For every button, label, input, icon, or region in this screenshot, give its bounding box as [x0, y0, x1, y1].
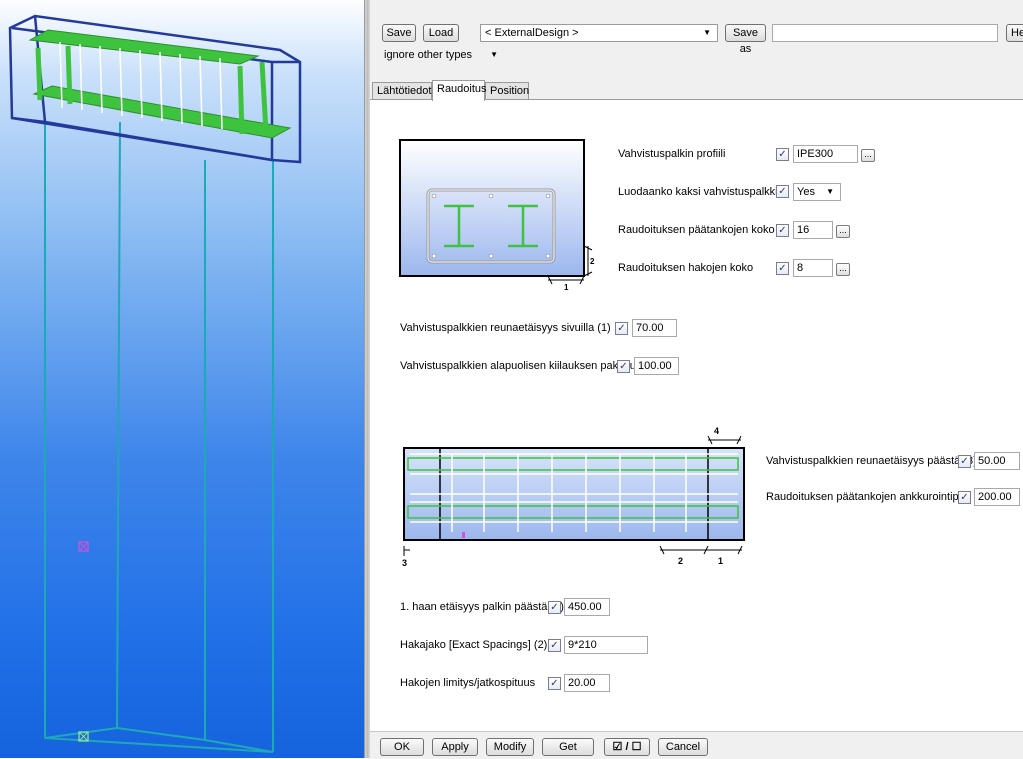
model-viewport[interactable] — [0, 0, 364, 758]
end-bar-size-browse-button[interactable]: ... — [836, 225, 850, 238]
end-bar-size-input[interactable]: 16 — [793, 221, 833, 239]
profile-browse-button[interactable]: ... — [861, 149, 875, 162]
load-button[interactable]: Load — [423, 24, 459, 42]
profile-checkbox[interactable]: ✓ — [776, 148, 789, 161]
stirrup-size-label: Raudoituksen hakojen koko — [618, 262, 754, 274]
cross-section-diagram: 2 1 — [399, 139, 595, 292]
ok-button[interactable]: OK — [380, 738, 424, 756]
first-stirrup-checkbox[interactable]: ✓ — [548, 601, 561, 614]
side-cover-checkbox[interactable]: ✓ — [615, 322, 628, 335]
first-stirrup-label: 1. haan etäisyys palkin päästä (1) — [400, 601, 564, 613]
side-cover-input[interactable]: 70.00 — [632, 319, 677, 337]
chevron-down-icon: ▼ — [703, 28, 711, 37]
longitudinal-diagram: 4 3 2 1 — [402, 426, 745, 568]
toggle-all-checkboxes-button[interactable]: ☑ / ☐ — [604, 738, 650, 756]
stirrup-spacing-input[interactable]: 9*210 — [564, 636, 648, 654]
shim-thickness-input[interactable]: 100.00 — [634, 357, 679, 375]
two-beams-select-value: Yes — [797, 186, 815, 198]
anchor-length-label: Raudoituksen päätankojen ankkurointipitu… — [766, 491, 958, 503]
dialog-button-bar: OK Apply Modify Get ☑ / ☐ Cancel — [370, 731, 1023, 759]
node-marker-magenta — [78, 541, 89, 552]
filter-select[interactable]: ignore other types ▼ — [382, 46, 502, 64]
apply-button[interactable]: Apply — [432, 738, 478, 756]
raudoitus-panel: 2 1 Vahvistuspalkin profiili ✓ IPE300 ..… — [370, 99, 1023, 732]
tab-strip: Lähtötiedot Raudoitus Position — [370, 80, 1023, 101]
cross-dim-label-1: 1 — [564, 283, 569, 292]
stirrup-spacing-label: Hakajako [Exact Spacings] (2) — [400, 639, 548, 651]
long-dim-label-2: 2 — [678, 556, 683, 566]
side-cover-label: Vahvistuspalkkien reunaetäisyys sivuilla… — [400, 322, 611, 334]
two-beams-select[interactable]: Yes ▼ — [793, 183, 841, 201]
stirrup-size-browse-button[interactable]: ... — [836, 263, 850, 276]
tab-lahtotiedot[interactable]: Lähtötiedot — [372, 82, 432, 100]
preset-select[interactable]: < ExternalDesign > ▼ — [480, 24, 718, 42]
end-cover-label: Vahvistuspalkkien reunaetäisyys päästä (… — [766, 455, 977, 467]
anchor-length-input[interactable]: 200.00 — [974, 488, 1020, 506]
anchor-length-checkbox[interactable]: ✓ — [958, 491, 971, 504]
tab-position[interactable]: Position — [485, 82, 529, 100]
filter-select-value: ignore other types — [384, 49, 473, 61]
chevron-down-icon: ▼ — [826, 187, 834, 196]
end-cover-input[interactable]: 50.00 — [974, 452, 1020, 470]
save-as-button[interactable]: Save as — [725, 24, 766, 55]
stirrup-size-checkbox[interactable]: ✓ — [776, 262, 789, 275]
end-bar-size-label: Raudoituksen päätankojen koko — [618, 224, 775, 236]
long-dim-label-1: 1 — [718, 556, 723, 566]
tab-raudoitus[interactable]: Raudoitus — [432, 80, 487, 101]
save-button[interactable]: Save — [382, 24, 416, 42]
column-wireframe — [44, 121, 274, 753]
shim-thickness-checkbox[interactable]: ✓ — [617, 360, 630, 373]
cross-dim-label-2: 2 — [590, 257, 595, 266]
save-as-name-input[interactable] — [772, 24, 998, 42]
end-cover-checkbox[interactable]: ✓ — [958, 455, 971, 468]
long-dim-label-3: 3 — [402, 558, 407, 568]
stirrup-spacing-checkbox[interactable]: ✓ — [548, 639, 561, 652]
modify-button[interactable]: Modify — [486, 738, 534, 756]
get-button[interactable]: Get — [542, 738, 594, 756]
cancel-button[interactable]: Cancel — [658, 738, 708, 756]
two-beams-label: Luodaanko kaksi vahvistuspalkkia — [618, 186, 784, 198]
end-bar-size-checkbox[interactable]: ✓ — [776, 224, 789, 237]
stirrup-overlap-checkbox[interactable]: ✓ — [548, 677, 561, 690]
model-view-drawing — [8, 14, 302, 753]
stirrup-overlap-label: Hakojen limitys/jatkospituus — [400, 677, 536, 689]
stirrup-overlap-input[interactable]: 20.00 — [564, 674, 610, 692]
preset-select-value: < ExternalDesign > — [485, 27, 579, 39]
profile-label: Vahvistuspalkin profiili — [618, 148, 726, 160]
long-dim-label-4: 4 — [714, 426, 719, 436]
reinforcement-dialog: Save Load < ExternalDesign > ▼ Save as H… — [370, 0, 1023, 759]
stirrup-size-input[interactable]: 8 — [793, 259, 833, 277]
chevron-down-icon: ▼ — [490, 50, 498, 59]
help-button[interactable]: He — [1006, 24, 1023, 42]
two-beams-checkbox[interactable]: ✓ — [776, 185, 789, 198]
profile-input[interactable]: IPE300 — [793, 145, 858, 163]
first-stirrup-input[interactable]: 450.00 — [564, 598, 610, 616]
